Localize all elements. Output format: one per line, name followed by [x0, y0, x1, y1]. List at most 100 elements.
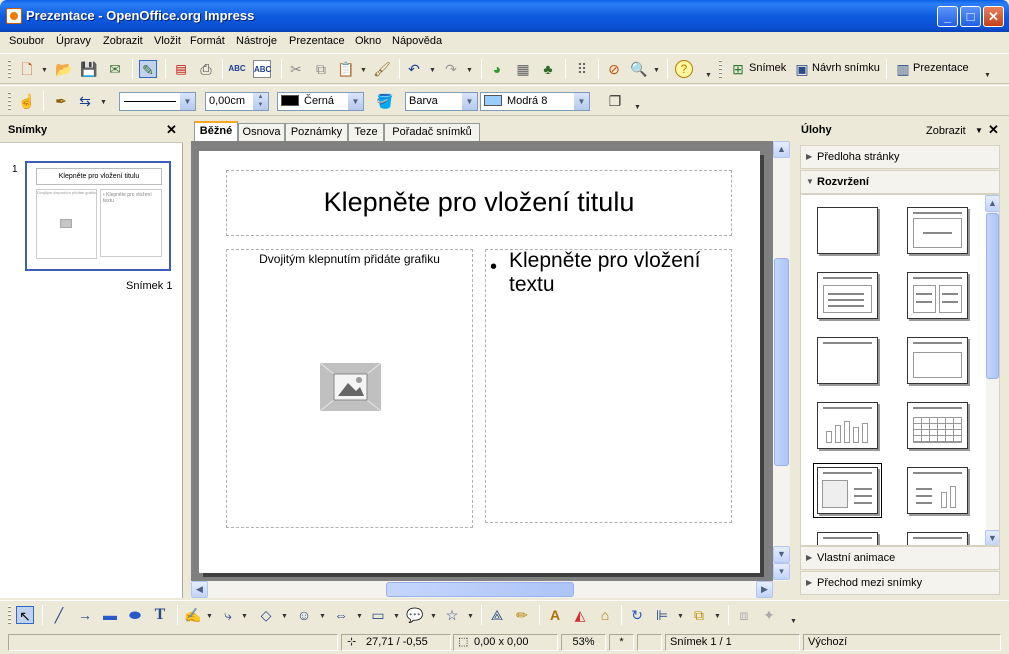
slide-canvas[interactable]: Klepněte pro vložení titulu Dvojitým kle…	[199, 151, 760, 573]
alignment-dropdown-arrow[interactable]: ▼	[677, 613, 684, 620]
callouts-icon[interactable]: 💬	[406, 606, 424, 624]
connector-tool-icon[interactable]: ⤷	[219, 606, 237, 624]
layout-title-text-chart[interactable]	[907, 467, 968, 514]
callouts-dropdown-arrow[interactable]: ▼	[430, 613, 437, 620]
stars-dropdown-arrow[interactable]: ▼	[467, 613, 474, 620]
chart-icon[interactable]: ◕	[488, 60, 506, 78]
tab-notes[interactable]: Poznámky	[285, 123, 348, 142]
tab-normal[interactable]: Běžné	[194, 121, 238, 142]
layout-scroll-thumb[interactable]	[986, 213, 999, 379]
select-cursor-icon[interactable]: ☝	[18, 92, 36, 110]
arrange-dropdown-arrow[interactable]: ▼	[714, 613, 721, 620]
insert-image-icon[interactable]	[319, 362, 382, 412]
title-bar[interactable]: Prezentace - OpenOffice.org Impress _ □ …	[0, 0, 1009, 32]
new-document-icon[interactable]: 🗋	[18, 60, 36, 78]
title-placeholder[interactable]: Klepněte pro vložení titulu	[226, 170, 732, 236]
scroll-up-button[interactable]: ▲	[773, 141, 790, 158]
new-dropdown-arrow[interactable]: ▼	[41, 67, 48, 74]
connector-dropdown-arrow[interactable]: ▼	[241, 613, 248, 620]
menu-upravy[interactable]: Úpravy	[56, 35, 91, 47]
alignment-icon[interactable]: ⊫	[653, 606, 671, 624]
horizontal-scrollbar[interactable]: ◀ ▶	[191, 581, 773, 598]
text-placeholder[interactable]: • Klepněte pro vložení textu	[485, 249, 732, 523]
layout-title-only-centered[interactable]	[907, 207, 968, 254]
new-slide-button[interactable]: Snímek	[749, 62, 786, 74]
redo-icon[interactable]: ↷	[442, 60, 460, 78]
line-tool-icon[interactable]: ╱	[50, 606, 68, 624]
layout-title-chart[interactable]	[817, 402, 878, 449]
print-icon[interactable]: ⎙	[197, 60, 215, 78]
layout-title-only[interactable]	[817, 337, 878, 384]
layout-title-clipart-text[interactable]	[813, 463, 882, 518]
menu-okno[interactable]: Okno	[355, 35, 381, 47]
layout-more-1[interactable]	[817, 532, 878, 545]
stars-icon[interactable]: ☆	[443, 606, 461, 624]
flowchart-icon[interactable]: ▭	[369, 606, 387, 624]
points-icon[interactable]: ⟁	[488, 606, 506, 624]
section-master-pages[interactable]: ▶ Předloha stránky	[800, 145, 1000, 169]
tab-outline[interactable]: Osnova	[238, 123, 285, 142]
horizontal-scroll-thumb[interactable]	[386, 582, 574, 597]
from-file-icon[interactable]: ◭	[571, 606, 589, 624]
close-window-button[interactable]: ✕	[983, 6, 1004, 27]
redo-dropdown-arrow[interactable]: ▼	[466, 67, 473, 74]
symbol-shapes-icon[interactable]: ☺	[295, 606, 313, 624]
section-custom-animation[interactable]: ▶ Vlastní animace	[800, 546, 1000, 570]
zoom-icon[interactable]: 🔍	[630, 60, 648, 78]
rectangle-tool-icon[interactable]: ▬	[101, 606, 119, 624]
scroll-left-button[interactable]: ◀	[191, 581, 208, 598]
section-layouts[interactable]: ▼ Rozvržení	[800, 170, 1000, 194]
toolbar-overflow-arrow[interactable]: ▼	[634, 104, 641, 111]
edit-file-icon[interactable]: ✎	[139, 60, 157, 78]
email-icon[interactable]: ✉	[106, 60, 124, 78]
layout-scroll-down-button[interactable]: ▼	[985, 530, 999, 545]
line-color-select[interactable]: Černá ▼	[277, 92, 364, 111]
line-pen-icon[interactable]: ✒	[52, 92, 70, 110]
cut-icon[interactable]: ✂	[287, 60, 305, 78]
scroll-right-button[interactable]: ▶	[756, 581, 773, 598]
toolbar-overflow-arrow[interactable]: ▼	[790, 618, 797, 625]
curve-dropdown-arrow[interactable]: ▼	[206, 613, 213, 620]
maximize-button[interactable]: □	[960, 6, 981, 27]
ellipse-tool-icon[interactable]: ⬬	[126, 606, 144, 624]
toolbar-overflow-arrow[interactable]: ▼	[705, 72, 712, 79]
line-width-field[interactable]: 0,00cm ▲ ▼	[205, 92, 269, 111]
flowchart-dropdown-arrow[interactable]: ▼	[393, 613, 400, 620]
arrange-icon[interactable]: ⧉	[690, 606, 708, 624]
gallery-icon[interactable]: ⌂	[596, 606, 614, 624]
undo-dropdown-arrow[interactable]: ▼	[429, 67, 436, 74]
export-pdf-icon[interactable]: ▤	[172, 60, 190, 78]
undo-icon[interactable]: ↶	[405, 60, 423, 78]
status-zoom[interactable]: 53%	[561, 634, 606, 651]
rotate-icon[interactable]: ↻	[628, 606, 646, 624]
layout-centered-text[interactable]	[907, 337, 968, 384]
area-fill-icon[interactable]: 🪣	[376, 92, 394, 110]
scroll-down-button[interactable]: ▼	[773, 546, 790, 563]
toolbar-grip[interactable]	[8, 60, 11, 79]
minimize-button[interactable]: _	[937, 6, 958, 27]
toolbar-grip[interactable]	[8, 606, 11, 625]
tasks-view-menu[interactable]: Zobrazit	[926, 125, 966, 137]
layout-title-table[interactable]	[907, 402, 968, 449]
line-arrow-tool-icon[interactable]: →	[76, 606, 94, 624]
spellcheck-icon[interactable]: ABC	[228, 60, 246, 78]
tab-handout[interactable]: Teze	[348, 123, 384, 142]
paste-dropdown-arrow[interactable]: ▼	[360, 67, 367, 74]
select-arrow-icon[interactable]: ↖	[16, 606, 34, 624]
layout-title-content[interactable]	[817, 272, 878, 319]
tasks-view-dropdown-arrow[interactable]: ▼	[975, 126, 983, 135]
close-tasks-pane-icon[interactable]: ✕	[988, 122, 999, 138]
table-icon[interactable]: ▦	[514, 60, 532, 78]
new-slide-icon[interactable]: ⊞	[729, 60, 747, 78]
text-tool-icon[interactable]: T	[151, 606, 169, 624]
start-presentation-button[interactable]: Prezentace	[913, 62, 969, 74]
open-folder-icon[interactable]: 📂	[55, 60, 73, 78]
arrow-style-dropdown-arrow[interactable]: ▼	[100, 99, 107, 106]
toolbar-grip[interactable]	[8, 92, 11, 111]
layout-scroll-up-button[interactable]: ▲	[985, 195, 999, 212]
navigator-icon[interactable]: ♣	[539, 60, 557, 78]
navigator-compass-icon[interactable]: ⊘	[605, 60, 623, 78]
left-pane-splitter[interactable]	[183, 118, 191, 598]
arrow-style-icon[interactable]: ⇆	[76, 92, 94, 110]
fontwork-icon[interactable]: A	[546, 606, 564, 624]
